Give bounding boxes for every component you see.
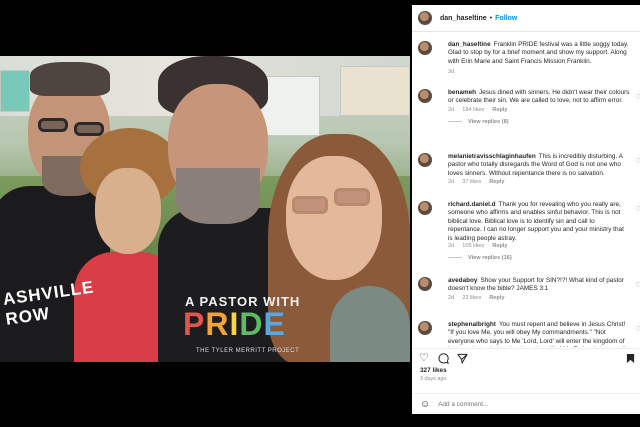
comment-username[interactable]: avedaboy bbox=[448, 277, 477, 284]
view-replies-button[interactable]: View replies (16) bbox=[448, 255, 512, 261]
post-date: 3 days ago bbox=[420, 376, 447, 382]
comment-like-heart-icon[interactable]: ♡ bbox=[635, 205, 640, 213]
comment-likes[interactable]: 37 likes bbox=[462, 179, 481, 185]
reply-button[interactable]: Reply bbox=[489, 295, 504, 301]
tent bbox=[340, 66, 410, 116]
comment-body: melanietravisschlaginhaufen This is incre… bbox=[448, 153, 630, 178]
comment-body: richard.daniel.d Thank you for revealing … bbox=[448, 201, 630, 243]
comment-time: 2d bbox=[448, 295, 455, 301]
avatar[interactable] bbox=[418, 11, 432, 25]
avatar[interactable] bbox=[418, 277, 432, 291]
comment-body: stephenalbright You must repent and belie… bbox=[448, 321, 630, 347]
comment-like-heart-icon[interactable]: ♡ bbox=[635, 93, 640, 101]
reply-button[interactable]: Reply bbox=[492, 243, 507, 249]
comment-time: 2d bbox=[448, 179, 455, 185]
comment-body: benameh Jesus dined with sinners. He didn… bbox=[448, 89, 630, 106]
shirt-text-project: THE TYLER MERRITT PROJECT bbox=[196, 348, 300, 354]
likes-count[interactable]: 327 likes bbox=[420, 367, 447, 374]
heart-icon[interactable]: ♡ bbox=[419, 353, 429, 364]
view-replies-button[interactable]: View replies (8) bbox=[448, 119, 509, 125]
avatar[interactable] bbox=[418, 321, 432, 335]
comment-username[interactable]: benameh bbox=[448, 89, 476, 96]
tent bbox=[0, 70, 30, 112]
avatar[interactable] bbox=[418, 41, 432, 55]
follow-button[interactable]: Follow bbox=[495, 15, 517, 22]
pride-letter: R bbox=[205, 306, 230, 342]
comment-meta: 2d 22 likes Reply bbox=[448, 295, 512, 301]
comment-time: 2d bbox=[448, 243, 455, 249]
comment-likes[interactable]: 184 likes bbox=[462, 107, 484, 113]
comment-icon[interactable] bbox=[438, 353, 449, 367]
pride-letter: P bbox=[183, 306, 206, 342]
shirt-text-pride: PRIDE bbox=[183, 306, 313, 343]
pride-letter: I bbox=[229, 306, 240, 342]
post-side-panel: dan_haseltine • Follow dan_haseltine Fran… bbox=[412, 5, 640, 414]
pride-letter: E bbox=[263, 306, 286, 342]
comment-like-heart-icon[interactable]: ♡ bbox=[635, 281, 640, 289]
comment-username[interactable]: melanietravisschlaginhaufen bbox=[448, 153, 536, 160]
action-bar: ♡ bbox=[412, 348, 640, 364]
comments-list: dan_haseltine Franklin PRIDE festival was… bbox=[412, 35, 640, 347]
avatar[interactable] bbox=[418, 153, 432, 167]
caption-meta: 3d bbox=[448, 69, 462, 75]
comment-username[interactable]: richard.daniel.d bbox=[448, 201, 496, 208]
emoji-icon[interactable]: ☺ bbox=[420, 399, 430, 410]
post-photo: ASHVILLE ROW A PASTOR WITH PRIDE THE TYL… bbox=[0, 56, 410, 362]
avatar[interactable] bbox=[418, 201, 432, 215]
reply-button[interactable]: Reply bbox=[492, 107, 507, 113]
pride-letter: D bbox=[239, 306, 264, 342]
reply-button[interactable]: Reply bbox=[489, 179, 504, 185]
avatar[interactable] bbox=[418, 89, 432, 103]
post-header: dan_haseltine • Follow bbox=[412, 5, 640, 32]
add-comment-bar: ☺ bbox=[412, 393, 640, 414]
comment-body: avedaboy Show your Support for SIN?!?! Wh… bbox=[448, 277, 630, 294]
bookmark-icon[interactable] bbox=[626, 353, 635, 367]
comment-like-heart-icon[interactable]: ♡ bbox=[635, 157, 640, 165]
comment-username[interactable]: stephenalbright bbox=[448, 321, 496, 328]
comment-meta: 2d 37 likes Reply bbox=[448, 179, 512, 185]
separator-dot: • bbox=[489, 14, 493, 22]
caption-body: dan_haseltine Franklin PRIDE festival was… bbox=[448, 41, 630, 66]
comment-like-heart-icon[interactable]: ♡ bbox=[635, 325, 640, 333]
caption-time: 3d bbox=[448, 69, 455, 75]
share-icon[interactable] bbox=[457, 353, 468, 367]
comment-time: 2d bbox=[448, 107, 455, 113]
comment-meta: 2d 105 likes Reply bbox=[448, 243, 516, 249]
header-username[interactable]: dan_haseltine bbox=[440, 15, 487, 22]
caption-username[interactable]: dan_haseltine bbox=[448, 41, 491, 48]
comment-likes[interactable]: 22 likes bbox=[462, 295, 481, 301]
comment-meta: 2d 184 likes Reply bbox=[448, 107, 516, 113]
comment-input[interactable] bbox=[438, 400, 589, 408]
comment-likes[interactable]: 105 likes bbox=[462, 243, 484, 249]
